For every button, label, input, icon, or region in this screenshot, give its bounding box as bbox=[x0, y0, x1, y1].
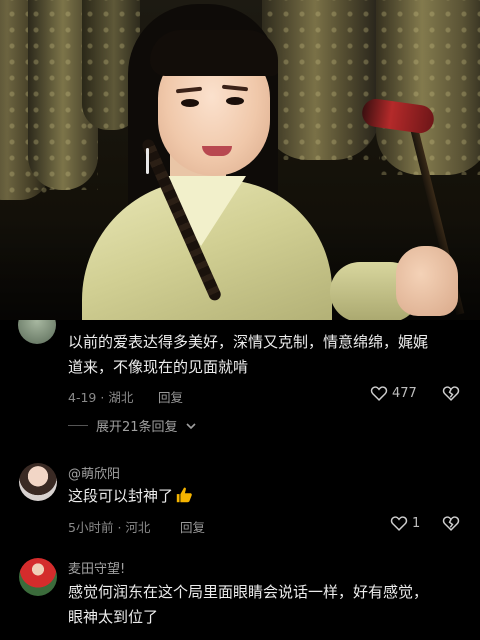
reply-button[interactable]: 回复 bbox=[180, 517, 205, 536]
comment-text-line: 感觉何润东在这个局里面眼睛会说话一样，好有感觉， bbox=[68, 583, 429, 601]
expand-replies-button[interactable]: 展开21条回复 bbox=[68, 416, 196, 435]
comment-text: 以前的爱表达得多美好，深情又克制，情意绵绵，娓娓 道来，不像现在的见面就啃 bbox=[68, 330, 468, 380]
comment-location: 湖北 bbox=[108, 390, 134, 405]
comment-date: 4-19 bbox=[68, 390, 97, 405]
thumbs-up-emoji bbox=[176, 487, 192, 503]
comment-text-line: 这段可以封神了 bbox=[68, 487, 174, 505]
comment-text: 这段可以封神了 bbox=[68, 484, 468, 509]
username[interactable]: @萌欣阳 bbox=[68, 463, 120, 482]
dislike-button[interactable] bbox=[442, 515, 460, 531]
broken-heart-icon bbox=[442, 386, 460, 401]
comment-text-line: 眼神太到位了 bbox=[68, 608, 159, 626]
dislike-button[interactable] bbox=[442, 385, 460, 401]
heart-icon bbox=[390, 516, 408, 531]
broken-heart-icon bbox=[442, 516, 460, 531]
video-frame[interactable] bbox=[0, 0, 480, 320]
comment-meta: 5小时前 · 河北 bbox=[68, 517, 150, 536]
separator-dot: · bbox=[117, 520, 122, 535]
chevron-down-icon bbox=[185, 422, 196, 429]
eye bbox=[181, 99, 199, 107]
avatar[interactable] bbox=[19, 463, 57, 501]
like-button[interactable]: 1 bbox=[390, 515, 420, 531]
username[interactable]: 麦田守望! bbox=[68, 558, 125, 577]
separator-dot: · bbox=[100, 390, 105, 405]
like-button[interactable]: 477 bbox=[370, 385, 417, 401]
like-count: 1 bbox=[412, 515, 421, 531]
bronze-bell bbox=[376, 0, 480, 175]
like-count: 477 bbox=[392, 385, 417, 401]
comment-meta: 4-19 · 湖北 bbox=[68, 387, 133, 406]
reply-button[interactable]: 回复 bbox=[158, 387, 183, 406]
divider-line bbox=[68, 425, 88, 426]
hair-bangs bbox=[150, 30, 278, 76]
comment-text: 感觉何润东在这个局里面眼睛会说话一样，好有感觉， 眼神太到位了 bbox=[68, 580, 468, 630]
comment-text-line: 道来，不像现在的见面就啃 bbox=[68, 358, 249, 376]
comment-text-line: 以前的爱表达得多美好，深情又克制，情意绵绵，娓娓 bbox=[68, 333, 429, 351]
eye bbox=[226, 97, 244, 105]
hand bbox=[396, 246, 458, 316]
comment-location: 河北 bbox=[125, 520, 151, 535]
comment-time: 5小时前 bbox=[68, 520, 114, 535]
heart-icon bbox=[370, 386, 388, 401]
earring bbox=[146, 148, 149, 174]
avatar[interactable] bbox=[19, 558, 57, 596]
bronze-bell bbox=[262, 0, 380, 160]
expand-replies-label: 展开21条回复 bbox=[96, 420, 178, 435]
